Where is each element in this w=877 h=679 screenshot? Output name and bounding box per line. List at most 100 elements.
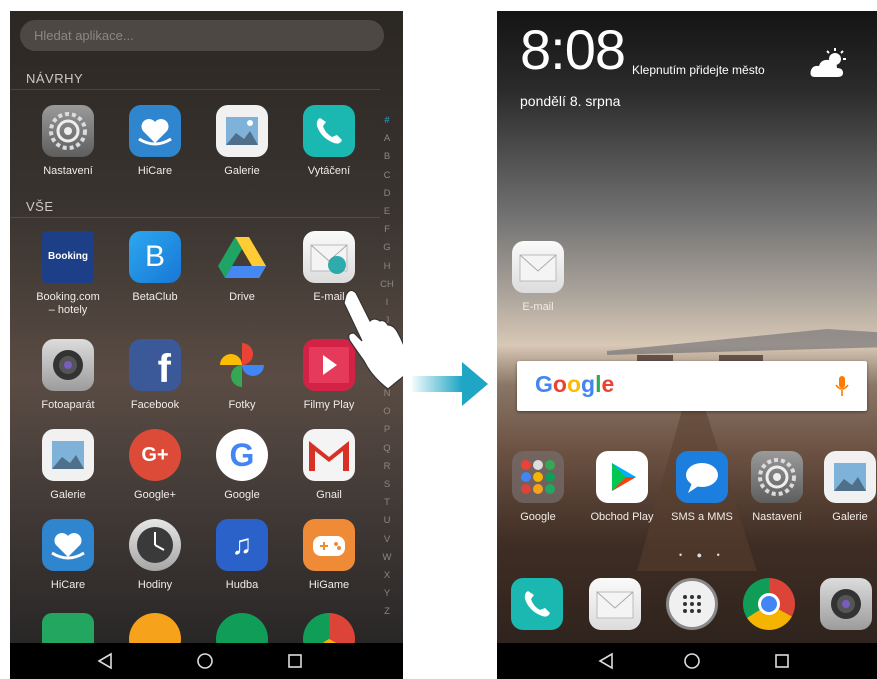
photos-icon xyxy=(216,339,268,391)
dock-email[interactable] xyxy=(589,578,641,630)
alphabet-index-letter[interactable]: X xyxy=(380,570,394,581)
app-label: Galerie xyxy=(832,511,868,523)
phone-icon xyxy=(511,578,563,630)
google-icon-text: G xyxy=(229,437,255,473)
recents-square-icon[interactable] xyxy=(286,652,304,670)
dock-chrome[interactable] xyxy=(743,578,795,630)
app-gallery[interactable]: Galerie xyxy=(25,429,111,502)
settings-icon xyxy=(751,451,803,503)
clock-time[interactable]: 8:08 xyxy=(520,17,626,82)
booking-icon-text: Booking xyxy=(48,251,88,262)
home-app-gallery[interactable]: Galerie xyxy=(807,451,877,524)
home-app-email[interactable]: E-mail xyxy=(497,241,581,314)
back-triangle-icon[interactable] xyxy=(597,652,615,670)
alphabet-index-letter[interactable]: V xyxy=(380,534,394,545)
app-settings[interactable]: Nastavení xyxy=(25,105,111,178)
email-icon xyxy=(303,231,355,283)
app-google[interactable]: G Google xyxy=(199,429,285,502)
section-all: VŠE xyxy=(26,199,54,214)
app-label: E-mail xyxy=(522,301,554,313)
app-label: HiCare xyxy=(50,579,86,591)
app-label: Hodiny xyxy=(137,579,173,591)
chrome-center xyxy=(758,593,780,615)
app-label: Vytáčení xyxy=(307,165,351,177)
google-icon: G xyxy=(216,429,268,481)
alphabet-index-letter[interactable]: P xyxy=(380,424,394,435)
app-label: HiCare xyxy=(137,165,173,177)
home-app-sms[interactable]: SMS a MMS xyxy=(659,451,745,524)
alphabet-index-letter[interactable]: W xyxy=(380,552,394,563)
app-betaclub[interactable]: B BetaClub xyxy=(112,231,198,304)
betaclub-icon-text: B xyxy=(144,240,165,273)
home-screen: 8:08 Klepnutím přidejte město pondělí 8.… xyxy=(497,11,877,679)
transition-arrow-icon xyxy=(462,362,488,406)
alphabet-index-letter[interactable]: U xyxy=(380,515,394,526)
gallery-icon xyxy=(216,105,268,157)
dock-camera[interactable] xyxy=(820,578,872,630)
app-googleplus[interactable]: G+ Google+ xyxy=(112,429,198,502)
alphabet-index-letter[interactable]: T xyxy=(380,497,394,508)
google-folder-icon xyxy=(512,451,564,503)
page-indicator[interactable]: • ● • xyxy=(679,550,726,560)
partly-cloudy-icon[interactable] xyxy=(809,47,849,81)
alphabet-index-letter[interactable]: E xyxy=(380,206,394,217)
tap-hand-icon xyxy=(343,289,403,390)
app-hicare[interactable]: HiCare xyxy=(25,519,111,592)
alphabet-index-letter[interactable]: D xyxy=(380,188,394,199)
app-gmail[interactable]: Gnail xyxy=(286,429,372,502)
google-logo-letter: g xyxy=(581,371,596,397)
music-icon-text: ♫ xyxy=(231,529,253,560)
app-label: Obchod Play xyxy=(590,511,654,523)
home-circle-icon[interactable] xyxy=(683,652,701,670)
app-booking[interactable]: Booking Booking.com – hotely xyxy=(25,231,111,317)
google-logo: Google xyxy=(535,371,614,398)
googleplus-icon: G+ xyxy=(129,429,181,481)
email-icon xyxy=(512,241,564,293)
alphabet-index-letter[interactable]: F xyxy=(380,224,394,235)
home-app-play-store[interactable]: Obchod Play xyxy=(579,451,665,524)
home-folder-google[interactable]: Google xyxy=(497,451,581,524)
app-higame[interactable]: HiGame xyxy=(286,519,372,592)
alphabet-index-letter[interactable]: Z xyxy=(380,606,394,617)
google-logo-letter: o xyxy=(552,371,567,397)
dock-phone[interactable] xyxy=(511,578,563,630)
alphabet-index-letter[interactable]: Q xyxy=(380,443,394,454)
dock-app-drawer[interactable] xyxy=(666,578,718,630)
app-search-input[interactable]: Hledat aplikace... xyxy=(20,20,384,51)
microphone-icon[interactable] xyxy=(835,375,849,397)
app-music[interactable]: ♫ Hudba xyxy=(199,519,285,592)
add-city-hint[interactable]: Klepnutím přidejte město xyxy=(632,63,765,77)
settings-icon xyxy=(42,105,94,157)
navigation-bar xyxy=(10,643,403,679)
app-drive[interactable]: Drive xyxy=(199,231,285,304)
google-search-widget[interactable]: Google xyxy=(517,361,867,411)
google-logo-letter: G xyxy=(535,371,553,397)
recents-square-icon[interactable] xyxy=(773,652,791,670)
alphabet-index-letter[interactable]: C xyxy=(380,170,394,181)
back-triangle-icon[interactable] xyxy=(96,652,114,670)
alphabet-index-letter[interactable]: G xyxy=(380,242,394,253)
alphabet-index-letter[interactable]: # xyxy=(380,115,394,126)
app-dialer[interactable]: Vytáčení xyxy=(286,105,372,178)
app-hicare[interactable]: HiCare xyxy=(112,105,198,178)
camera-icon xyxy=(42,339,94,391)
app-label: HiGame xyxy=(308,579,350,591)
alphabet-index-letter[interactable]: H xyxy=(380,261,394,272)
alphabet-index-letter[interactable]: O xyxy=(380,406,394,417)
google-logo-letter: e xyxy=(601,371,615,397)
app-label: SMS a MMS xyxy=(671,511,733,523)
app-facebook[interactable]: f Facebook xyxy=(112,339,198,412)
alphabet-index-letter[interactable]: B xyxy=(380,151,394,162)
hicare-icon xyxy=(42,519,94,571)
googleplus-icon-text: G+ xyxy=(141,444,169,466)
alphabet-index-letter[interactable]: A xyxy=(380,133,394,144)
alphabet-index-letter[interactable]: Y xyxy=(380,588,394,599)
transition-arrow-shaft xyxy=(412,376,462,392)
alphabet-index-letter[interactable]: S xyxy=(380,479,394,490)
app-camera[interactable]: Fotoaparát xyxy=(25,339,111,412)
alphabet-index-letter[interactable]: R xyxy=(380,461,394,472)
app-clock[interactable]: Hodiny xyxy=(112,519,198,592)
home-circle-icon[interactable] xyxy=(196,652,214,670)
app-photos[interactable]: Fotky xyxy=(199,339,285,412)
app-gallery[interactable]: Galerie xyxy=(199,105,285,178)
